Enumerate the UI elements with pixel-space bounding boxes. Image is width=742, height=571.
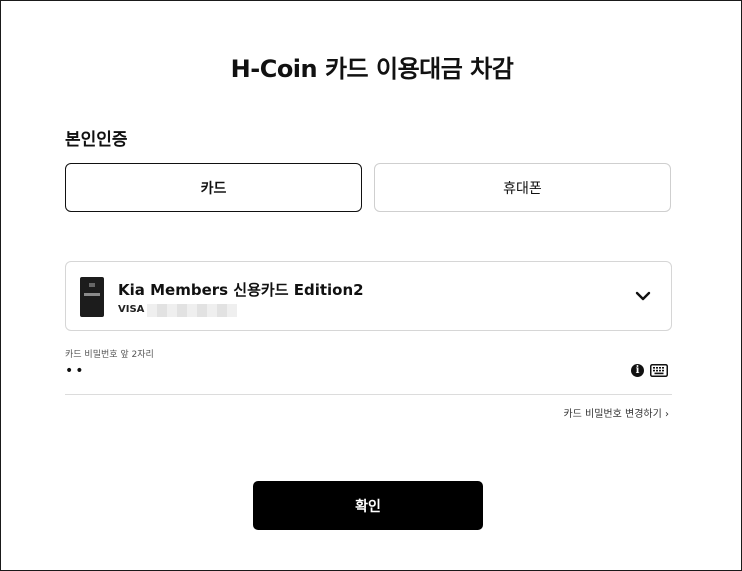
- password-dots: ••: [65, 363, 86, 379]
- card-thumbnail: [80, 277, 104, 317]
- tab-phone-label: 휴대폰: [503, 180, 542, 197]
- page-title: H-Coin 카드 이용대금 차감: [230, 55, 514, 83]
- card-number-masked: [147, 304, 237, 317]
- tab-card[interactable]: 카드: [65, 163, 362, 212]
- chevron-down-icon[interactable]: [635, 290, 651, 302]
- keyboard-icon[interactable]: [650, 364, 668, 377]
- dialog-frame: H-Coin 카드 이용대금 차감 본인인증 카드 휴대폰 Kia Member…: [0, 0, 742, 571]
- card-chip: [89, 283, 95, 287]
- info-icon[interactable]: i: [631, 364, 644, 377]
- password-label: 카드 비밀번호 앞 2자리: [65, 350, 154, 360]
- divider: [65, 394, 672, 395]
- confirm-button[interactable]: 확인: [253, 481, 483, 530]
- card-stripe: [84, 293, 100, 296]
- card-select-dropdown[interactable]: Kia Members 신용카드 Edition2 VISA: [65, 261, 672, 331]
- tab-card-label: 카드: [200, 180, 227, 197]
- section-title-auth: 본인인증: [65, 130, 128, 150]
- change-password-link[interactable]: 카드 비밀번호 변경하기 ›: [563, 405, 669, 420]
- tab-phone[interactable]: 휴대폰: [374, 163, 671, 212]
- card-brand: VISA: [118, 304, 145, 315]
- card-name: Kia Members 신용카드 Edition2: [118, 281, 364, 299]
- password-input[interactable]: •• i: [65, 361, 672, 391]
